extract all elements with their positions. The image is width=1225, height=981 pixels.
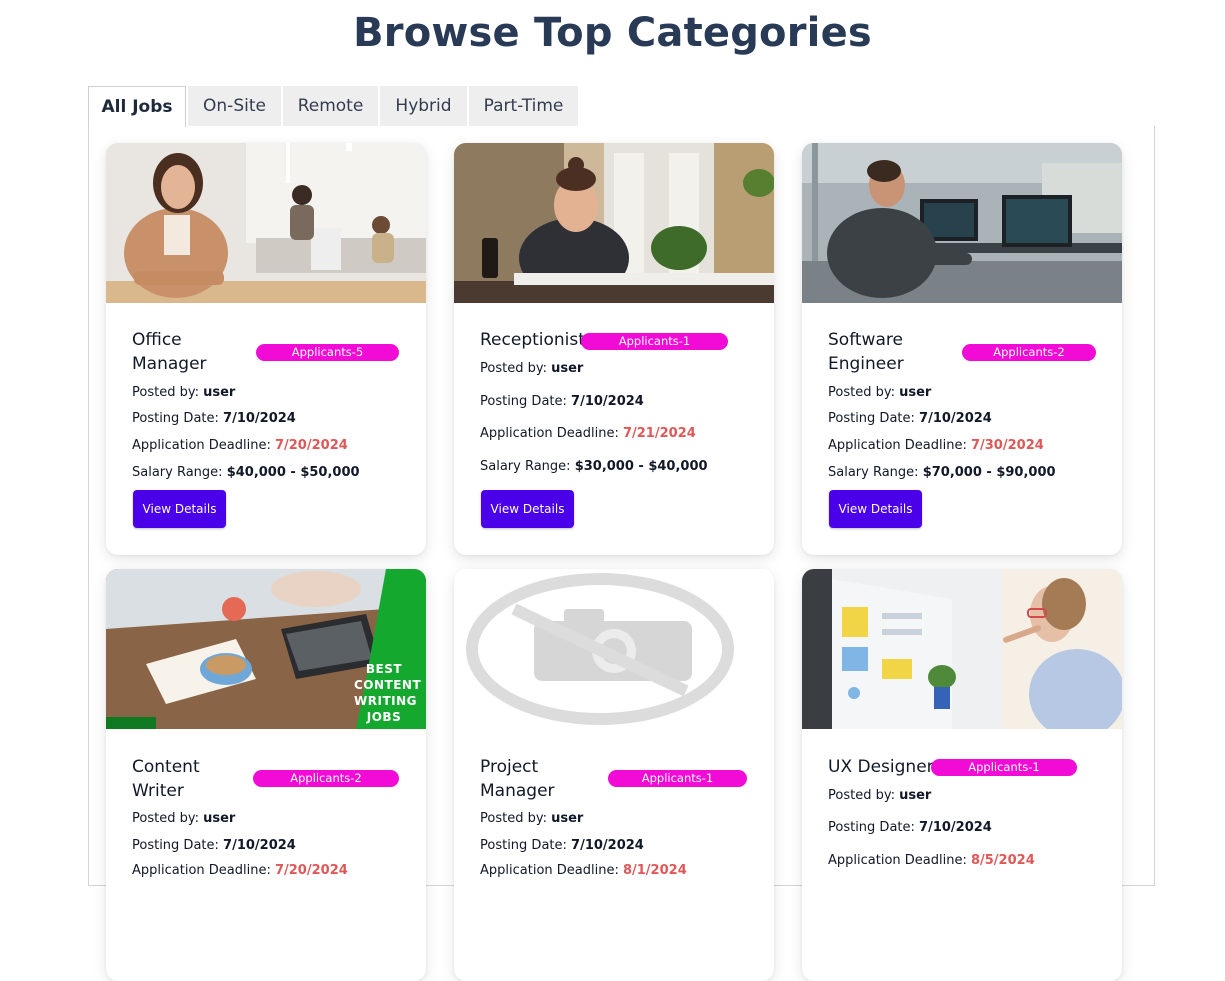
page-title: Browse Top Categories xyxy=(353,10,872,56)
posted-by: Posted by: user xyxy=(480,811,584,826)
tab-hybrid[interactable]: Hybrid xyxy=(380,86,467,126)
office-manager-photo xyxy=(106,143,426,303)
receptionist-photo xyxy=(454,143,774,303)
software-engineer-photo xyxy=(802,143,1122,303)
job-title: Receptionist xyxy=(480,330,585,350)
applicants-badge: Applicants-2 xyxy=(253,770,399,787)
posting-date: Posting Date: 7/10/2024 xyxy=(828,820,992,835)
application-deadline: Application Deadline: 8/5/2024 xyxy=(828,853,1035,868)
posting-date: Posting Date: 7/10/2024 xyxy=(132,838,296,853)
posted-by: Posted by: user xyxy=(480,361,584,376)
job-card-content-writer: BEST CONTENT WRITING JOBS Content Writer… xyxy=(106,569,426,981)
applicants-badge: Applicants-1 xyxy=(608,770,747,787)
job-title: Software Engineer xyxy=(828,330,904,374)
job-card-project-manager: Project Manager Applicants-1 Posted by: … xyxy=(454,569,774,981)
job-card-office-manager: Office Manager Applicants-5 Posted by: u… xyxy=(106,143,426,555)
applicants-badge: Applicants-1 xyxy=(931,759,1077,776)
application-deadline: Application Deadline: 7/30/2024 xyxy=(828,438,1044,453)
salary-range: Salary Range: $40,000 - $50,000 xyxy=(132,465,360,480)
tab-all-jobs[interactable]: All Jobs xyxy=(88,86,186,127)
tab-part-time[interactable]: Part-Time xyxy=(469,86,578,126)
posted-by: Posted by: user xyxy=(828,788,932,803)
view-details-button[interactable]: View Details xyxy=(829,490,922,528)
posting-date: Posting Date: 7/10/2024 xyxy=(480,838,644,853)
job-card-software-engineer: Software Engineer Applicants-2 Posted by… xyxy=(802,143,1122,555)
banner-text: BEST CONTENT WRITING JOBS xyxy=(354,662,422,724)
application-deadline: Application Deadline: 7/21/2024 xyxy=(480,426,696,441)
applicants-badge: Applicants-5 xyxy=(256,344,399,361)
posting-date: Posting Date: 7/10/2024 xyxy=(828,411,992,426)
job-title: Office Manager xyxy=(132,330,207,374)
posting-date: Posting Date: 7/10/2024 xyxy=(132,411,296,426)
applicants-badge: Applicants-2 xyxy=(962,344,1096,361)
salary-range: Salary Range: $70,000 - $90,000 xyxy=(828,465,1056,480)
job-title: UX Designer xyxy=(828,757,934,777)
tab-remote[interactable]: Remote xyxy=(283,86,378,126)
job-card-receptionist: Receptionist Applicants-1 Posted by: use… xyxy=(454,143,774,555)
posting-date: Posting Date: 7/10/2024 xyxy=(480,394,644,409)
view-details-button[interactable]: View Details xyxy=(133,490,226,528)
ux-designer-photo xyxy=(802,569,1122,729)
application-deadline: Application Deadline: 7/20/2024 xyxy=(132,438,348,453)
job-title: Project Manager xyxy=(480,757,555,801)
posted-by: Posted by: user xyxy=(132,385,236,400)
job-title: Content Writer xyxy=(132,757,200,801)
posted-by: Posted by: user xyxy=(828,385,932,400)
applicants-badge: Applicants-1 xyxy=(581,333,728,350)
no-photo-placeholder-icon xyxy=(454,569,774,729)
content-writing-banner: BEST CONTENT WRITING JOBS xyxy=(106,569,426,729)
salary-range: Salary Range: $30,000 - $40,000 xyxy=(480,459,708,474)
posted-by: Posted by: user xyxy=(132,811,236,826)
tab-on-site[interactable]: On-Site xyxy=(188,86,281,126)
view-details-button[interactable]: View Details xyxy=(481,490,574,528)
job-card-ux-designer: UX Designer Applicants-1 Posted by: user… xyxy=(802,569,1122,981)
